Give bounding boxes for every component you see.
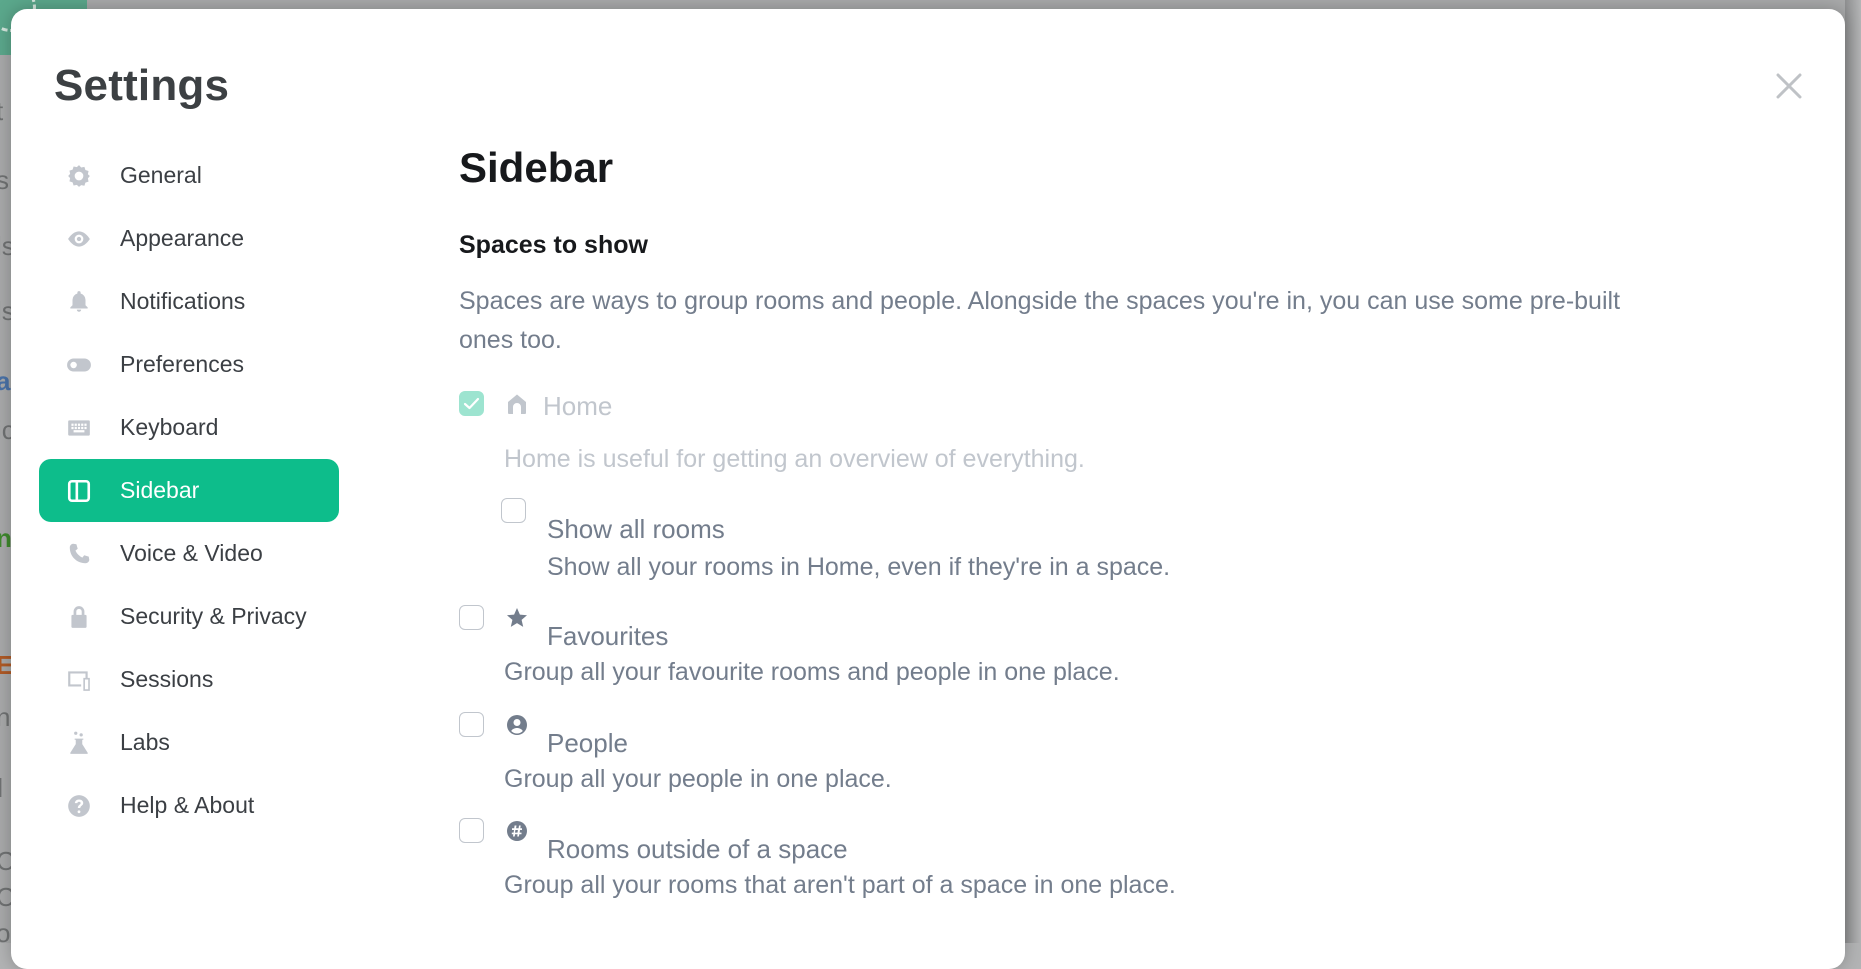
nav-label: Sidebar	[120, 477, 200, 503]
option-label: Rooms outside of a space	[547, 834, 848, 864]
dialog-title: Settings	[54, 61, 230, 110]
settings-dialog: Settings General Appearance Notification…	[11, 9, 1845, 969]
background-text-fragment: s	[0, 165, 9, 195]
people-checkbox[interactable]	[459, 712, 484, 737]
toggle-icon	[65, 351, 93, 379]
option-description: Group all your people in one place.	[504, 765, 892, 793]
close-icon	[1776, 73, 1802, 99]
nav-label: Appearance	[120, 225, 245, 251]
background-text-fragment: o	[0, 918, 11, 948]
flask-icon	[65, 729, 93, 757]
lock-icon	[65, 603, 93, 631]
nav-label: Security & Privacy	[120, 603, 307, 629]
nav-item-notifications[interactable]: Notifications	[39, 270, 339, 333]
help-icon	[65, 792, 93, 820]
option-description: Group all your rooms that aren't part of…	[504, 871, 1176, 899]
background-text-fragment: l	[0, 773, 3, 804]
section-heading: Spaces to show	[459, 231, 648, 259]
phone-icon	[65, 540, 93, 568]
devices-icon	[65, 666, 93, 694]
option-label: People	[547, 728, 628, 758]
section-description: Spaces are ways to group rooms and peopl…	[459, 287, 1621, 354]
option-label: Home	[543, 391, 613, 421]
close-button[interactable]	[1769, 66, 1809, 106]
option-label: Show all rooms	[547, 514, 725, 544]
background-text-fragment: n	[0, 702, 11, 732]
nav-label: Labs	[120, 729, 170, 755]
nav-item-sessions[interactable]: Sessions	[39, 648, 339, 711]
settings-nav: General Appearance Notifications Prefere…	[39, 144, 339, 837]
star-icon	[504, 605, 530, 631]
person-icon	[504, 712, 530, 738]
option-description: Group all your favourite rooms and peopl…	[504, 658, 1120, 686]
option-description: Show all your rooms in Home, even if the…	[547, 553, 1171, 581]
nav-label: Sessions	[120, 666, 214, 692]
nav-item-labs[interactable]: Labs	[39, 711, 339, 774]
checkmark-icon	[463, 397, 480, 410]
option-description: Home is useful for getting an overview o…	[504, 445, 1085, 473]
keyboard-icon	[65, 414, 93, 442]
nav-item-help-about[interactable]: Help & About	[39, 774, 339, 837]
home-icon	[504, 391, 530, 417]
sidebar-icon	[65, 477, 93, 505]
show-all-rooms-checkbox[interactable]	[501, 498, 526, 523]
nav-item-sidebar[interactable]: Sidebar	[39, 459, 339, 522]
rooms-outside-space-checkbox[interactable]	[459, 818, 484, 843]
favourites-checkbox[interactable]	[459, 605, 484, 630]
nav-label: Keyboard	[120, 414, 219, 440]
page-heading: Sidebar	[459, 144, 614, 191]
nav-label: Preferences	[120, 351, 245, 377]
home-checkbox[interactable]	[459, 391, 484, 416]
nav-item-preferences[interactable]: Preferences	[39, 333, 339, 396]
hash-icon	[504, 818, 530, 844]
option-label: Favourites	[547, 621, 669, 651]
nav-label: General	[120, 162, 202, 188]
nav-label: Help & About	[120, 792, 255, 818]
bell-icon	[65, 288, 93, 316]
nav-item-voice-video[interactable]: Voice & Video	[39, 522, 339, 585]
nav-item-general[interactable]: General	[39, 144, 339, 207]
nav-item-appearance[interactable]: Appearance	[39, 207, 339, 270]
nav-item-keyboard[interactable]: Keyboard	[39, 396, 339, 459]
nav-label: Voice & Video	[120, 540, 263, 566]
background-edge	[1845, 0, 1861, 943]
background-text-fragment: t	[0, 96, 3, 127]
eye-icon	[65, 225, 93, 253]
nav-item-security-privacy[interactable]: Security & Privacy	[39, 585, 339, 648]
nav-label: Notifications	[120, 288, 246, 314]
gear-icon	[65, 162, 93, 190]
